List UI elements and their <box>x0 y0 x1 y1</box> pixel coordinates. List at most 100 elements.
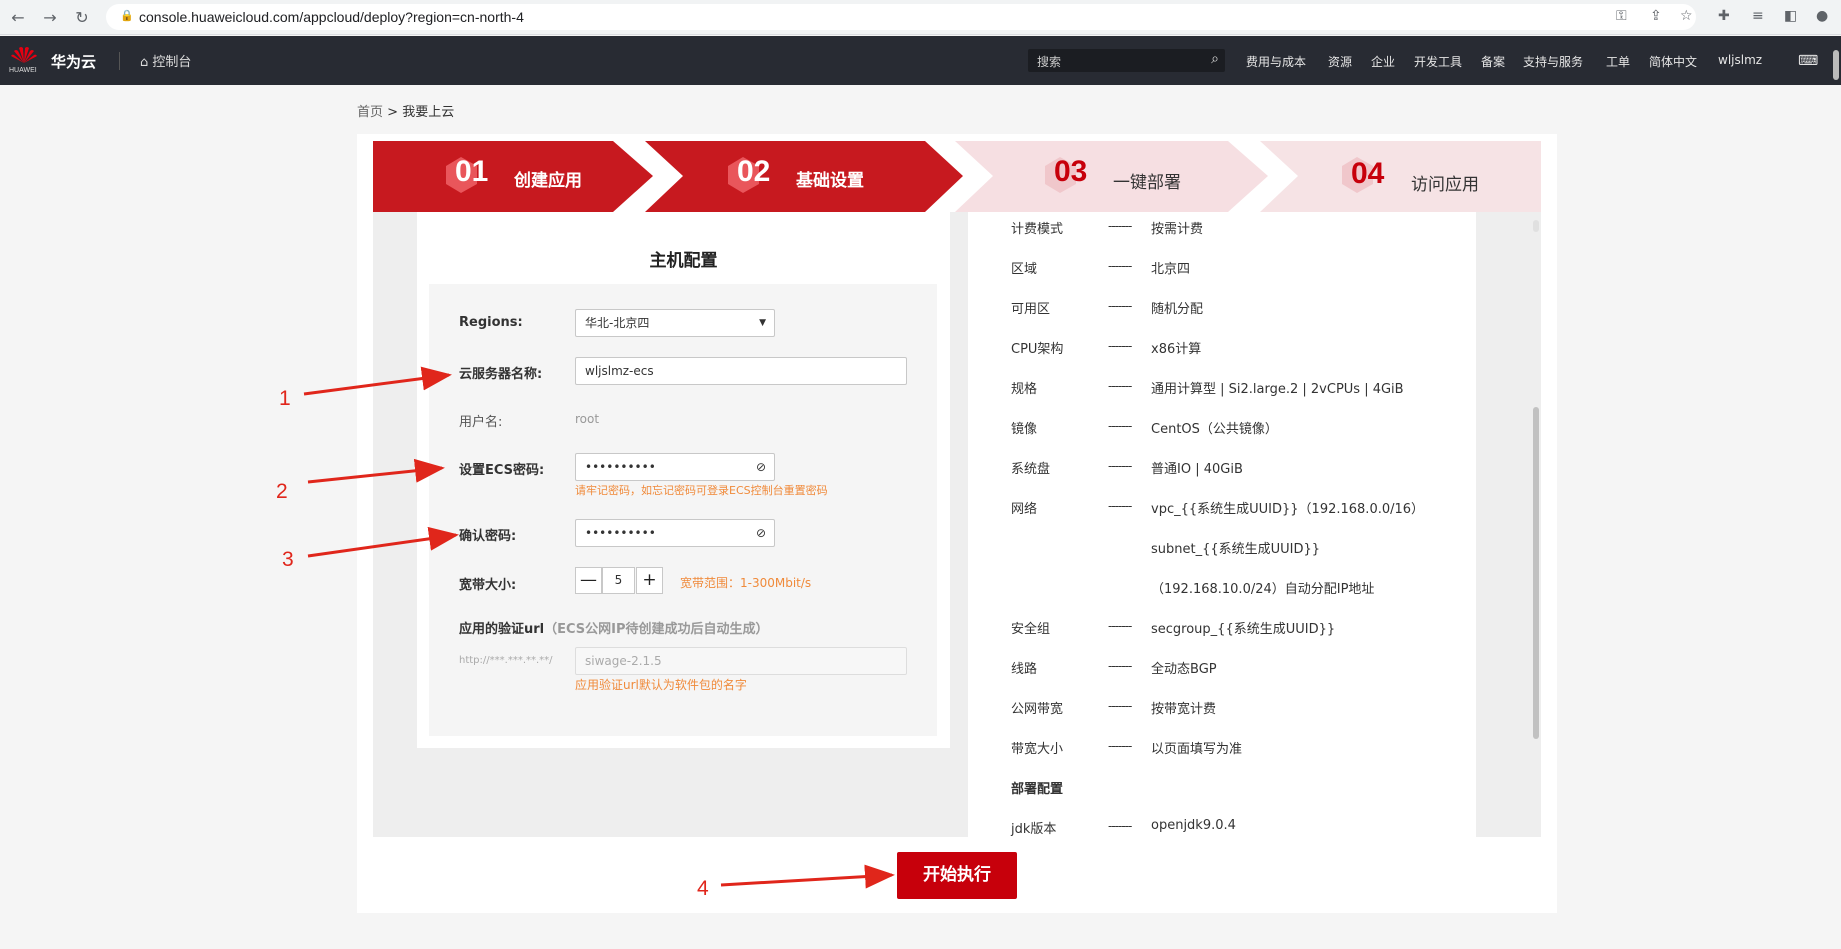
step-1-label[interactable]: 创建应用 <box>514 166 582 191</box>
forward-icon[interactable]: → <box>40 8 60 27</box>
annotation-3: 3 <box>282 548 294 571</box>
console-link[interactable]: ⌂ 控制台 <box>140 51 191 70</box>
summary-value: CentOS（公共镜像） <box>1151 422 1278 437</box>
url-hint: 应用验证url默认为软件包的名字 <box>575 678 747 692</box>
huawei-logo-icon[interactable] <box>11 46 37 64</box>
nav-filing[interactable]: 备案 <box>1481 53 1505 70</box>
breadcrumb: 首页 > 我要上云 <box>357 101 454 120</box>
step-4-shape <box>1260 141 1541 212</box>
bandwidth-decrease-button[interactable]: — <box>575 567 602 594</box>
summary-value: 按带宽计费 <box>1151 702 1217 717</box>
search-input[interactable]: 搜索 ⌕ <box>1028 49 1225 72</box>
regions-label: Regions: <box>459 315 523 330</box>
confirm-password-value: •••••••••• <box>585 526 656 540</box>
password-label: 设置ECS密码: <box>459 463 545 478</box>
summary-dash: ------- <box>1108 699 1132 713</box>
network-subnet: subnet_{{系统生成UUID}} <box>1151 542 1321 557</box>
side-panel-icon[interactable]: ◧ <box>1784 8 1797 24</box>
summary-value: 通用计算型 | Si2.large.2 | 2vCPUs | 4GiB <box>1151 382 1404 397</box>
summary-label: 计费模式 <box>1011 222 1064 237</box>
server-name-input[interactable]: wljslmz-ecs <box>575 357 907 385</box>
page-scrollbar[interactable] <box>1833 50 1839 80</box>
summary-dash: ------- <box>1108 419 1132 433</box>
summary-value: 以页面填写为准 <box>1151 742 1243 757</box>
extensions-icon[interactable]: ✚ <box>1718 8 1730 24</box>
lock-icon: 🔒 <box>120 9 134 22</box>
summary-value: secgroup_{{系统生成UUID}} <box>1151 622 1336 637</box>
console-label: 控制台 <box>152 55 192 70</box>
step-2-label[interactable]: 基础设置 <box>796 166 864 191</box>
nav-support[interactable]: 支持与服务 <box>1523 53 1583 70</box>
summary-value: vpc_{{系统生成UUID}}（192.168.0.0/16） <box>1151 502 1425 517</box>
search-icon[interactable]: ⌕ <box>1211 51 1219 67</box>
annotation-2: 2 <box>276 480 288 503</box>
summary-value: 北京四 <box>1151 262 1191 277</box>
summary-dash: ------- <box>1108 499 1132 513</box>
annotation-1: 1 <box>279 387 291 410</box>
network-subnet-cidr: （192.168.10.0/24）自动分配IP地址 <box>1151 582 1375 597</box>
url-label-text: 应用的验证url <box>459 622 545 637</box>
back-icon[interactable]: ← <box>8 8 28 27</box>
summary-label: 镜像 <box>1011 422 1038 437</box>
reload-icon[interactable]: ↻ <box>72 8 92 27</box>
nav-resources[interactable]: 资源 <box>1328 53 1352 70</box>
share-icon[interactable]: ⇪ <box>1650 8 1662 24</box>
nav-devtools[interactable]: 开发工具 <box>1414 53 1462 70</box>
summary-dash: ------- <box>1108 339 1132 353</box>
summary-label: 区域 <box>1011 262 1038 277</box>
server-name-value: wljslmz-ecs <box>585 364 654 378</box>
summary-label: 可用区 <box>1011 302 1051 317</box>
bandwidth-increase-button[interactable]: + <box>636 567 663 594</box>
confirm-password-input[interactable]: •••••••••• ⊘ <box>575 519 775 547</box>
bookmark-star-icon[interactable]: ☆ <box>1680 8 1693 24</box>
key-icon[interactable]: ⚿ <box>1616 8 1627 24</box>
profile-icon[interactable]: ● <box>1816 8 1828 24</box>
summary-label: 网络 <box>1011 502 1038 517</box>
breadcrumb-home[interactable]: 首页 <box>357 105 383 120</box>
caret-down-icon: ▼ <box>759 318 766 328</box>
url-label-note: （ECS公网IP待创建成功后自动生成） <box>544 622 769 637</box>
step-1-number: 01 <box>455 155 489 188</box>
summary-label: 安全组 <box>1011 622 1051 637</box>
summary-label: 规格 <box>1011 382 1038 397</box>
nav-tickets[interactable]: 工单 <box>1606 53 1630 70</box>
regions-select[interactable]: 华北-北京四 ▼ <box>575 309 775 337</box>
step-3-number: 03 <box>1054 155 1088 188</box>
summary-value: 按需计费 <box>1151 222 1204 237</box>
start-execution-button[interactable]: 开始执行 <box>897 852 1017 899</box>
summary-dash: ------- <box>1108 259 1132 273</box>
url-label: 应用的验证url（ECS公网IP待创建成功后自动生成） <box>459 618 769 637</box>
scrollbar-track <box>1533 220 1539 232</box>
step-4-label[interactable]: 访问应用 <box>1411 170 1479 195</box>
deploy-config-heading: 部署配置 <box>1011 782 1064 797</box>
server-name-label: 云服务器名称: <box>459 367 543 382</box>
summary-scrollbar[interactable] <box>1533 407 1539 739</box>
annotation-4: 4 <box>697 877 709 900</box>
summary-label: CPU架构 <box>1011 342 1064 357</box>
divider <box>119 52 120 70</box>
nav-language[interactable]: 简体中文 <box>1649 53 1697 70</box>
nav-enterprise[interactable]: 企业 <box>1371 53 1395 70</box>
step-3-label[interactable]: 一键部署 <box>1113 168 1181 193</box>
reading-list-icon[interactable]: ≡ <box>1752 8 1764 24</box>
bandwidth-input[interactable]: 5 <box>602 567 635 594</box>
regions-value: 华北-北京四 <box>585 316 650 330</box>
verify-url-value: siwage-2.1.5 <box>585 654 662 668</box>
search-placeholder: 搜索 <box>1037 55 1062 69</box>
step-4-number: 04 <box>1351 157 1385 190</box>
eye-off-icon[interactable]: ⊘ <box>756 520 766 546</box>
bandwidth-hint: 宽带范围：1-300Mbit/s <box>680 576 812 590</box>
terminal-icon[interactable]: ⌨ <box>1798 53 1818 69</box>
summary-dash: ------- <box>1108 219 1132 233</box>
address-bar[interactable]: 🔒 console.huaweicloud.com/appcloud/deplo… <box>106 4 1696 30</box>
breadcrumb-separator: > <box>387 105 399 120</box>
password-input[interactable]: •••••••••• ⊘ <box>575 453 775 481</box>
password-hint: 请牢记密码，如忘记密码可登录ECS控制台重置密码 <box>575 484 828 497</box>
nav-username[interactable]: wljslmz <box>1718 53 1762 67</box>
eye-off-icon[interactable]: ⊘ <box>756 454 766 480</box>
summary-value: 全动态BGP <box>1151 662 1217 677</box>
step-3-shape <box>955 141 1268 212</box>
nav-cost[interactable]: 费用与成本 <box>1246 53 1306 70</box>
brand-name[interactable]: 华为云 <box>51 51 96 72</box>
breadcrumb-current: 我要上云 <box>402 105 455 120</box>
